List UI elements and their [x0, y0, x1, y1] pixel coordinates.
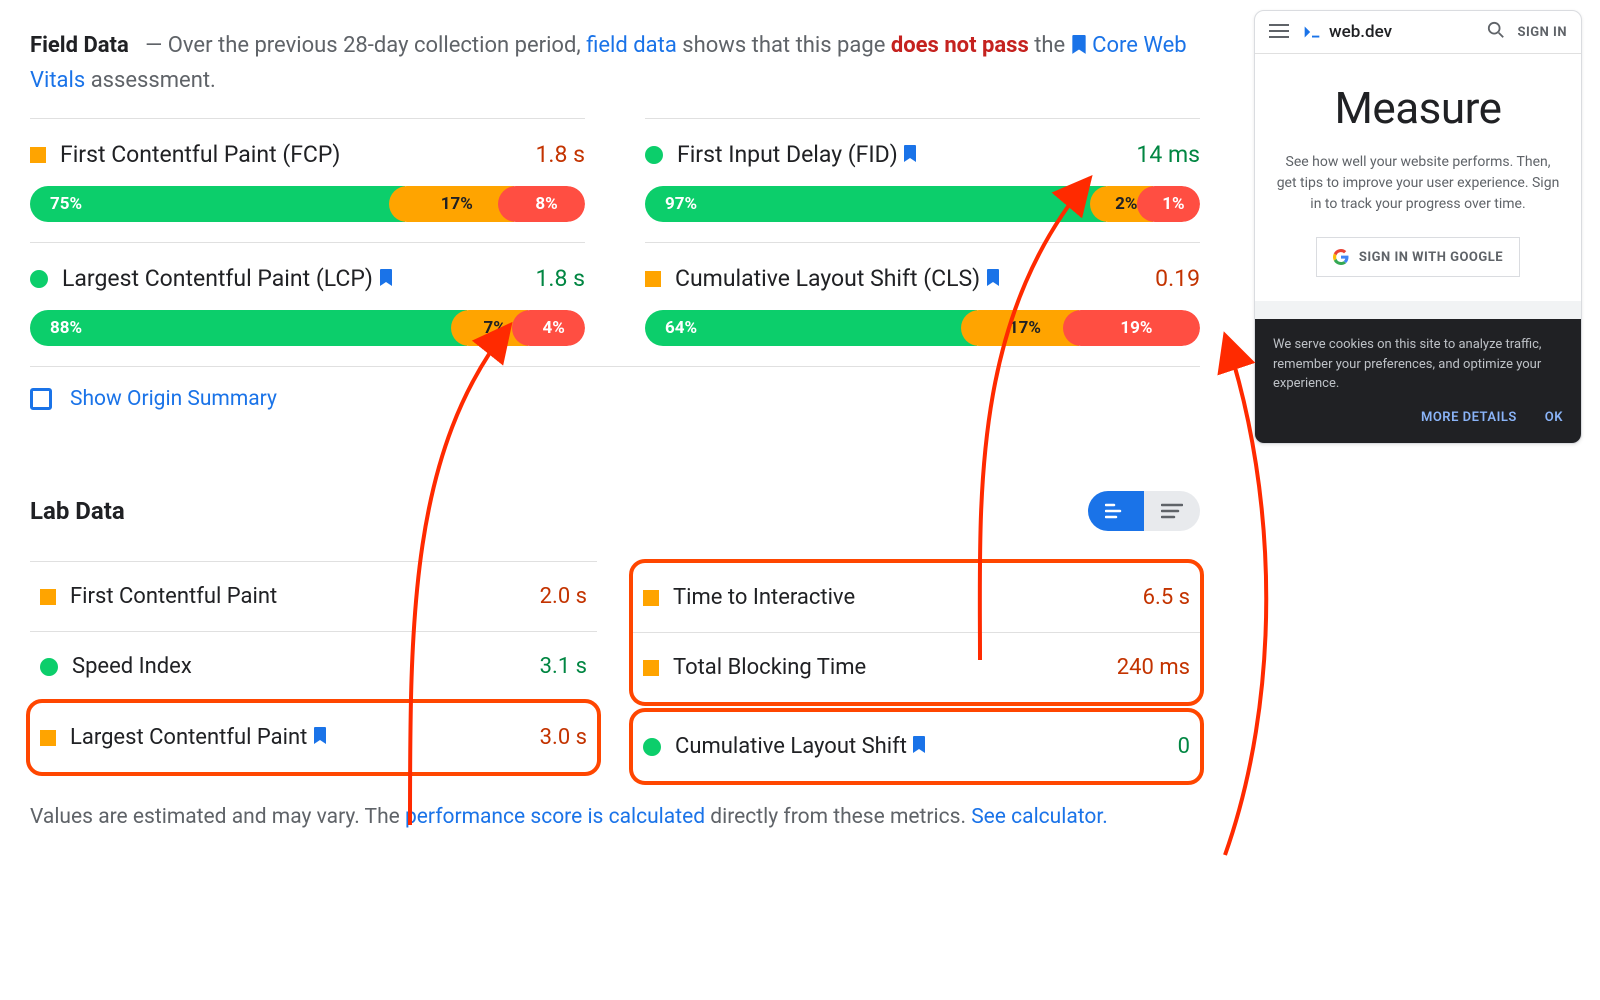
highlight-lcp: Largest Contentful Paint 3.0 s — [26, 699, 601, 776]
square-icon — [40, 730, 56, 746]
circle-icon — [645, 146, 663, 164]
square-icon — [30, 147, 46, 163]
bookmark-icon — [986, 269, 1002, 289]
checkbox-icon[interactable] — [30, 388, 52, 410]
view-toggle[interactable] — [1088, 491, 1200, 531]
distribution-bar: 75% 17% 8% — [30, 186, 585, 222]
measure-title: Measure — [1275, 82, 1561, 134]
square-icon — [645, 271, 661, 287]
field-data-title: Field Data — [30, 33, 129, 58]
distribution-bar: 97% 2% 1% — [645, 186, 1200, 222]
webdev-logo[interactable]: web.dev — [1301, 21, 1475, 43]
metric-cls: Cumulative Layout Shift (CLS) 0.19 64% 1… — [645, 242, 1200, 366]
calculator-link[interactable]: See calculator. — [971, 805, 1108, 829]
hamburger-icon[interactable] — [1269, 23, 1289, 42]
footnote: Values are estimated and may vary. The p… — [30, 801, 1200, 835]
show-origin-label: Show Origin Summary — [70, 387, 277, 411]
metric-lcp: Largest Contentful Paint (LCP) 1.8 s 88%… — [30, 242, 585, 366]
circle-icon — [643, 738, 661, 756]
metric-value: 0.19 — [1155, 265, 1200, 292]
circle-icon — [30, 270, 48, 288]
metric-fid: First Input Delay (FID) 14 ms 97% 2% 1% — [645, 118, 1200, 242]
show-origin-row[interactable]: Show Origin Summary — [30, 366, 1200, 431]
bookmark-icon — [903, 145, 919, 165]
lab-row-lcp: Largest Contentful Paint 3.0 s — [30, 703, 597, 772]
field-data-intro: Field Data — Over the previous 28-day co… — [30, 28, 1200, 98]
distribution-bar: 88% 7% 4% — [30, 310, 585, 346]
toggle-list-icon[interactable] — [1144, 491, 1200, 531]
metric-name: Largest Contentful Paint (LCP) — [62, 265, 522, 292]
distribution-bar: 64% 17% 19% — [645, 310, 1200, 346]
lab-row-tti: Time to Interactive 6.5 s — [633, 563, 1200, 632]
highlight-tti-tbt: Time to Interactive 6.5 s Total Blocking… — [629, 559, 1204, 706]
measure-desc: See how well your website performs. Then… — [1275, 152, 1561, 215]
cookie-banner: We serve cookies on this site to analyze… — [1255, 319, 1581, 443]
google-icon — [1333, 249, 1349, 265]
bookmark-icon — [912, 736, 928, 756]
lab-row-si: Speed Index 3.1 s — [30, 631, 597, 701]
signin-link[interactable]: SIGN IN — [1517, 25, 1567, 40]
more-details-link[interactable]: MORE DETAILS — [1421, 408, 1517, 428]
circle-icon — [40, 658, 58, 676]
metric-name: First Input Delay (FID) — [677, 141, 1122, 168]
square-icon — [40, 589, 56, 605]
ok-button[interactable]: OK — [1545, 408, 1563, 428]
metric-name: Cumulative Layout Shift (CLS) — [675, 265, 1141, 292]
metric-value: 14 ms — [1136, 141, 1200, 168]
toggle-detail-icon[interactable] — [1088, 491, 1144, 531]
lab-row-cls: Cumulative Layout Shift 0 — [633, 712, 1200, 781]
square-icon — [643, 590, 659, 606]
highlight-cls: Cumulative Layout Shift 0 — [629, 708, 1204, 785]
divider-strip — [1255, 301, 1581, 319]
lab-data-title: Lab Data — [30, 497, 125, 525]
perf-score-link[interactable]: performance score is calculated — [405, 805, 705, 829]
mobile-preview: web.dev SIGN IN Measure See how well you… — [1254, 10, 1582, 444]
bookmark-icon — [1071, 35, 1087, 55]
field-data-link[interactable]: field data — [586, 33, 677, 58]
fail-status: does not pass — [891, 33, 1029, 58]
search-icon[interactable] — [1487, 21, 1505, 43]
metric-value: 1.8 s — [536, 141, 586, 168]
metric-name: First Contentful Paint (FCP) — [60, 141, 522, 168]
metric-value: 1.8 s — [536, 265, 586, 292]
bookmark-icon — [313, 727, 329, 747]
square-icon — [643, 660, 659, 676]
bookmark-icon — [379, 269, 395, 289]
google-signin-button[interactable]: SIGN IN WITH GOOGLE — [1316, 237, 1520, 277]
lab-row-fcp: First Contentful Paint 2.0 s — [30, 561, 597, 631]
lab-row-tbt: Total Blocking Time 240 ms — [633, 632, 1200, 702]
metric-fcp: First Contentful Paint (FCP) 1.8 s 75% 1… — [30, 118, 585, 242]
